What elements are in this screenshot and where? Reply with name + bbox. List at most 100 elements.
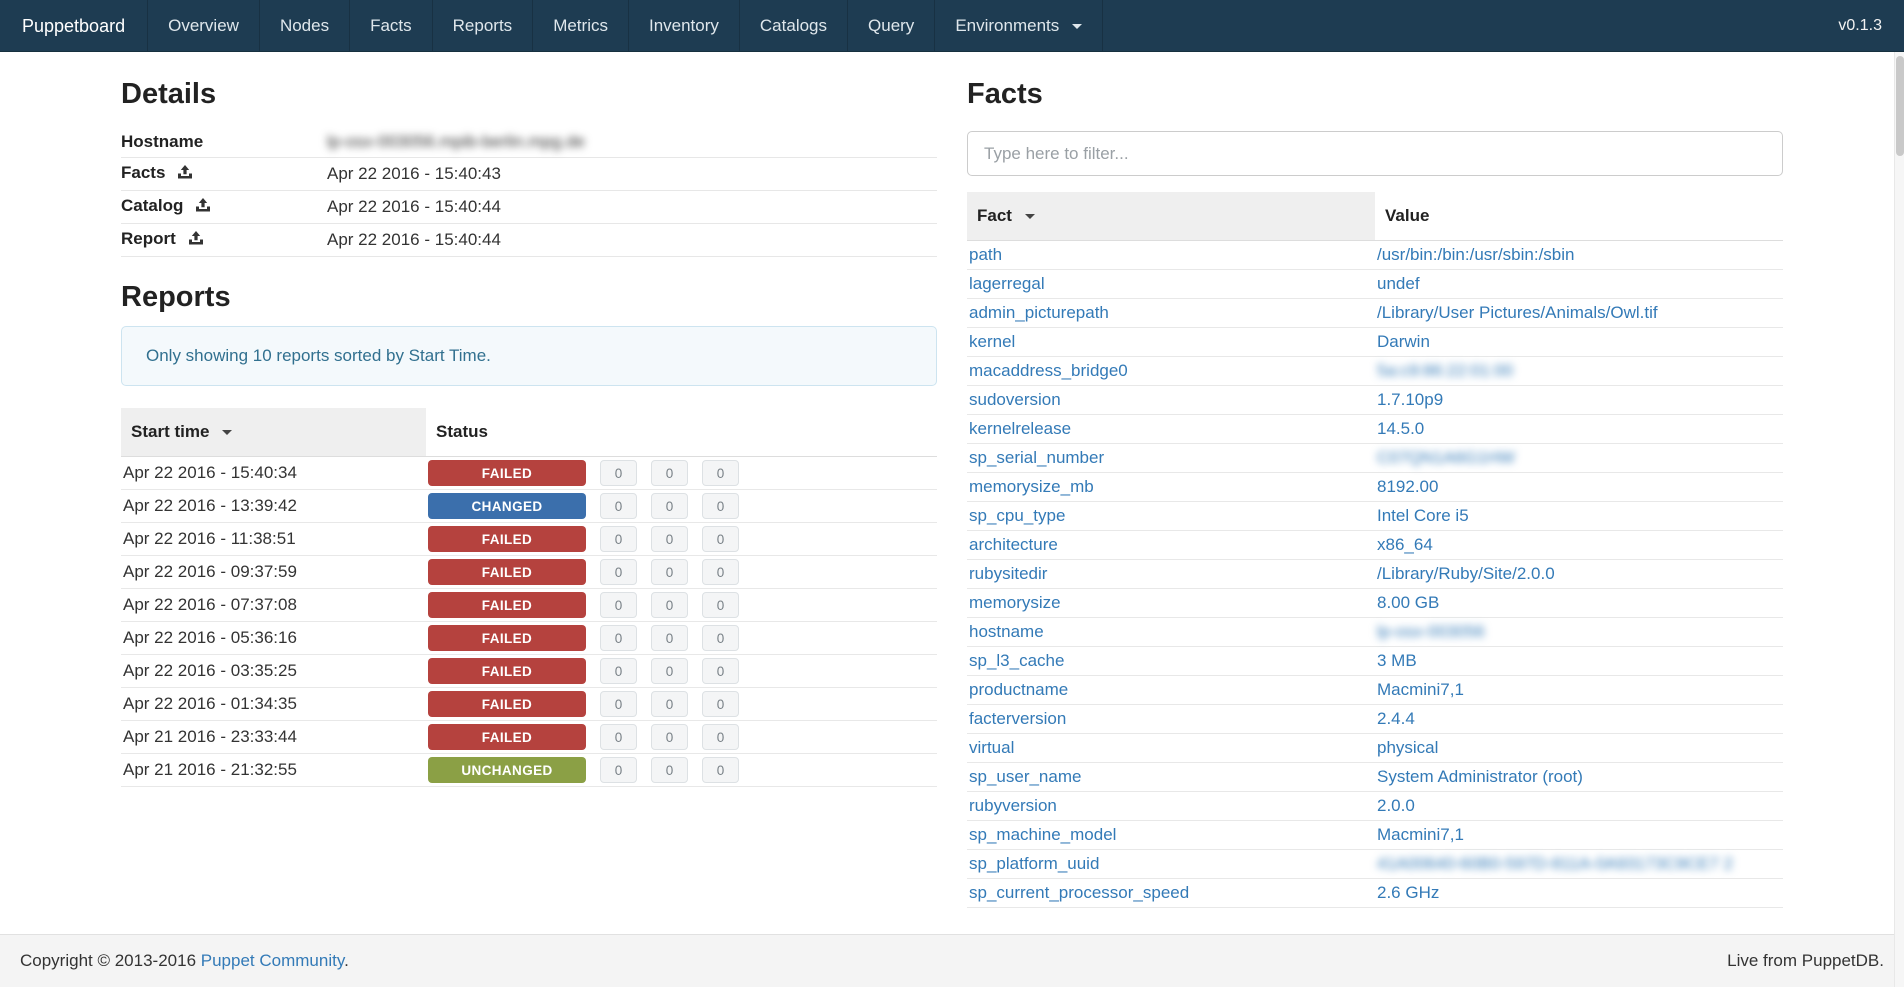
fact-name-link[interactable]: lagerregal [969,274,1045,293]
event-count: 0 [600,460,637,486]
fact-value-link[interactable]: 1.7.10p9 [1377,390,1443,409]
fact-value-link[interactable]: undef [1377,274,1420,293]
nav-item-query[interactable]: Query [847,0,934,51]
fact-value-link[interactable]: 3 MB [1377,651,1417,670]
status-badge: FAILED [428,691,586,717]
fact-value-link[interactable]: /Library/Ruby/Site/2.0.0 [1377,564,1555,583]
nav-item-facts[interactable]: Facts [349,0,432,51]
report-start-time: Apr 22 2016 - 15:40:34 [121,457,426,490]
fact-value-link[interactable]: 2.4.4 [1377,709,1415,728]
fact-value-cell: 8192.00 [1375,473,1783,502]
fact-value-link[interactable]: lp-osx-003056 [1377,622,1485,641]
fact-name-cell: sp_current_processor_speed [967,879,1375,908]
fact-value-link[interactable]: 5a:c9:86:22:01:00 [1377,361,1513,380]
reports-column-start-time[interactable]: Start time [121,408,426,457]
fact-row: rubyversion 2.0.0 [967,792,1783,821]
facts-column-fact[interactable]: Fact [967,192,1375,241]
status-badge: FAILED [428,658,586,684]
upload-icon[interactable] [188,230,204,251]
fact-value-link[interactable]: Macmini7,1 [1377,680,1464,699]
fact-name-link[interactable]: sp_machine_model [969,825,1116,844]
fact-value-link[interactable]: System Administrator (root) [1377,767,1583,786]
puppet-community-link[interactable]: Puppet Community [201,951,344,970]
fact-name-link[interactable]: sp_serial_number [969,448,1104,467]
nav-item-metrics[interactable]: Metrics [532,0,628,51]
details-row: FactsApr 22 2016 - 15:40:43 [121,158,937,191]
fact-name-link[interactable]: sp_platform_uuid [969,854,1099,873]
fact-value-link[interactable]: physical [1377,738,1438,757]
details-label: Facts [121,158,327,191]
status-badge: UNCHANGED [428,757,586,783]
report-status-cell: FAILED000 [426,721,937,754]
fact-value-link[interactable]: Darwin [1377,332,1430,351]
fact-name-link[interactable]: memorysize [969,593,1061,612]
report-row: Apr 22 2016 - 11:38:51FAILED000 [121,523,937,556]
fact-name-link[interactable]: architecture [969,535,1058,554]
fact-name-link[interactable]: kernel [969,332,1015,351]
fact-name-link[interactable]: admin_picturepath [969,303,1109,322]
fact-name-link[interactable]: sp_user_name [969,767,1081,786]
fact-value-link[interactable]: /Library/User Pictures/Animals/Owl.tif [1377,303,1658,322]
fact-name-link[interactable]: path [969,245,1002,264]
fact-name-link[interactable]: productname [969,680,1068,699]
sort-caret-icon [1025,214,1035,219]
caret-down-icon [1072,24,1082,29]
event-count: 0 [600,559,637,585]
fact-value-link[interactable]: 41A00640-60B0-597D-811A-0A93173C9CE7 2 [1377,854,1733,873]
event-count: 0 [651,460,688,486]
fact-name-link[interactable]: virtual [969,738,1014,757]
brand-puppetboard[interactable]: Puppetboard [0,0,147,51]
nav-item-overview[interactable]: Overview [147,0,259,51]
fact-name-link[interactable]: kernelrelease [969,419,1071,438]
upload-icon[interactable] [195,197,211,218]
upload-icon[interactable] [177,164,193,185]
reports-column-status[interactable]: Status [426,408,937,457]
scrollbar-track[interactable] [1894,52,1904,987]
fact-name-link[interactable]: sp_cpu_type [969,506,1065,525]
fact-name-cell: admin_picturepath [967,299,1375,328]
fact-name-link[interactable]: rubysitedir [969,564,1047,583]
fact-value-link[interactable]: 2.0.0 [1377,796,1415,815]
fact-value-link[interactable]: x86_64 [1377,535,1433,554]
fact-name-link[interactable]: facterversion [969,709,1066,728]
facts-column-value[interactable]: Value [1375,192,1783,241]
report-start-time: Apr 22 2016 - 07:37:08 [121,589,426,622]
fact-name-link[interactable]: sp_l3_cache [969,651,1064,670]
version-label: v0.1.3 [1816,0,1904,51]
fact-value-link[interactable]: 2.6 GHz [1377,883,1439,902]
fact-name-link[interactable]: macaddress_bridge0 [969,361,1128,380]
scrollbar-thumb[interactable] [1896,56,1904,156]
fact-name-link[interactable]: sp_current_processor_speed [969,883,1189,902]
nav-item-nodes[interactable]: Nodes [259,0,349,51]
event-count: 0 [702,460,739,486]
facts-title: Facts [967,78,1783,111]
fact-name-cell: lagerregal [967,270,1375,299]
nav-item-environments-dropdown[interactable]: Environments [934,0,1103,51]
fact-value-link[interactable]: Intel Core i5 [1377,506,1469,525]
report-start-time: Apr 22 2016 - 13:39:42 [121,490,426,523]
nav-item-catalogs[interactable]: Catalogs [739,0,847,51]
report-start-time: Apr 21 2016 - 21:32:55 [121,754,426,787]
fact-value-cell: undef [1375,270,1783,299]
fact-name-link[interactable]: sudoversion [969,390,1061,409]
fact-value-link[interactable]: 8192.00 [1377,477,1438,496]
copyright-suffix: . [344,951,349,970]
fact-name-link[interactable]: memorysize_mb [969,477,1094,496]
fact-value-link[interactable]: 14.5.0 [1377,419,1424,438]
event-count: 0 [651,757,688,783]
facts-filter-input[interactable] [967,131,1783,176]
fact-name-link[interactable]: rubyversion [969,796,1057,815]
report-status-cell: FAILED000 [426,523,937,556]
nav-item-reports[interactable]: Reports [432,0,533,51]
fact-value-cell: Macmini7,1 [1375,676,1783,705]
event-count: 0 [651,493,688,519]
report-start-time: Apr 22 2016 - 03:35:25 [121,655,426,688]
fact-name-link[interactable]: hostname [969,622,1044,641]
event-count: 0 [600,526,637,552]
fact-value-cell: 2.4.4 [1375,705,1783,734]
fact-value-link[interactable]: C07QN1A6G1HW [1377,448,1515,467]
fact-value-link[interactable]: Macmini7,1 [1377,825,1464,844]
fact-value-link[interactable]: /usr/bin:/bin:/usr/sbin:/sbin [1377,245,1574,264]
nav-item-inventory[interactable]: Inventory [628,0,739,51]
fact-value-link[interactable]: 8.00 GB [1377,593,1439,612]
